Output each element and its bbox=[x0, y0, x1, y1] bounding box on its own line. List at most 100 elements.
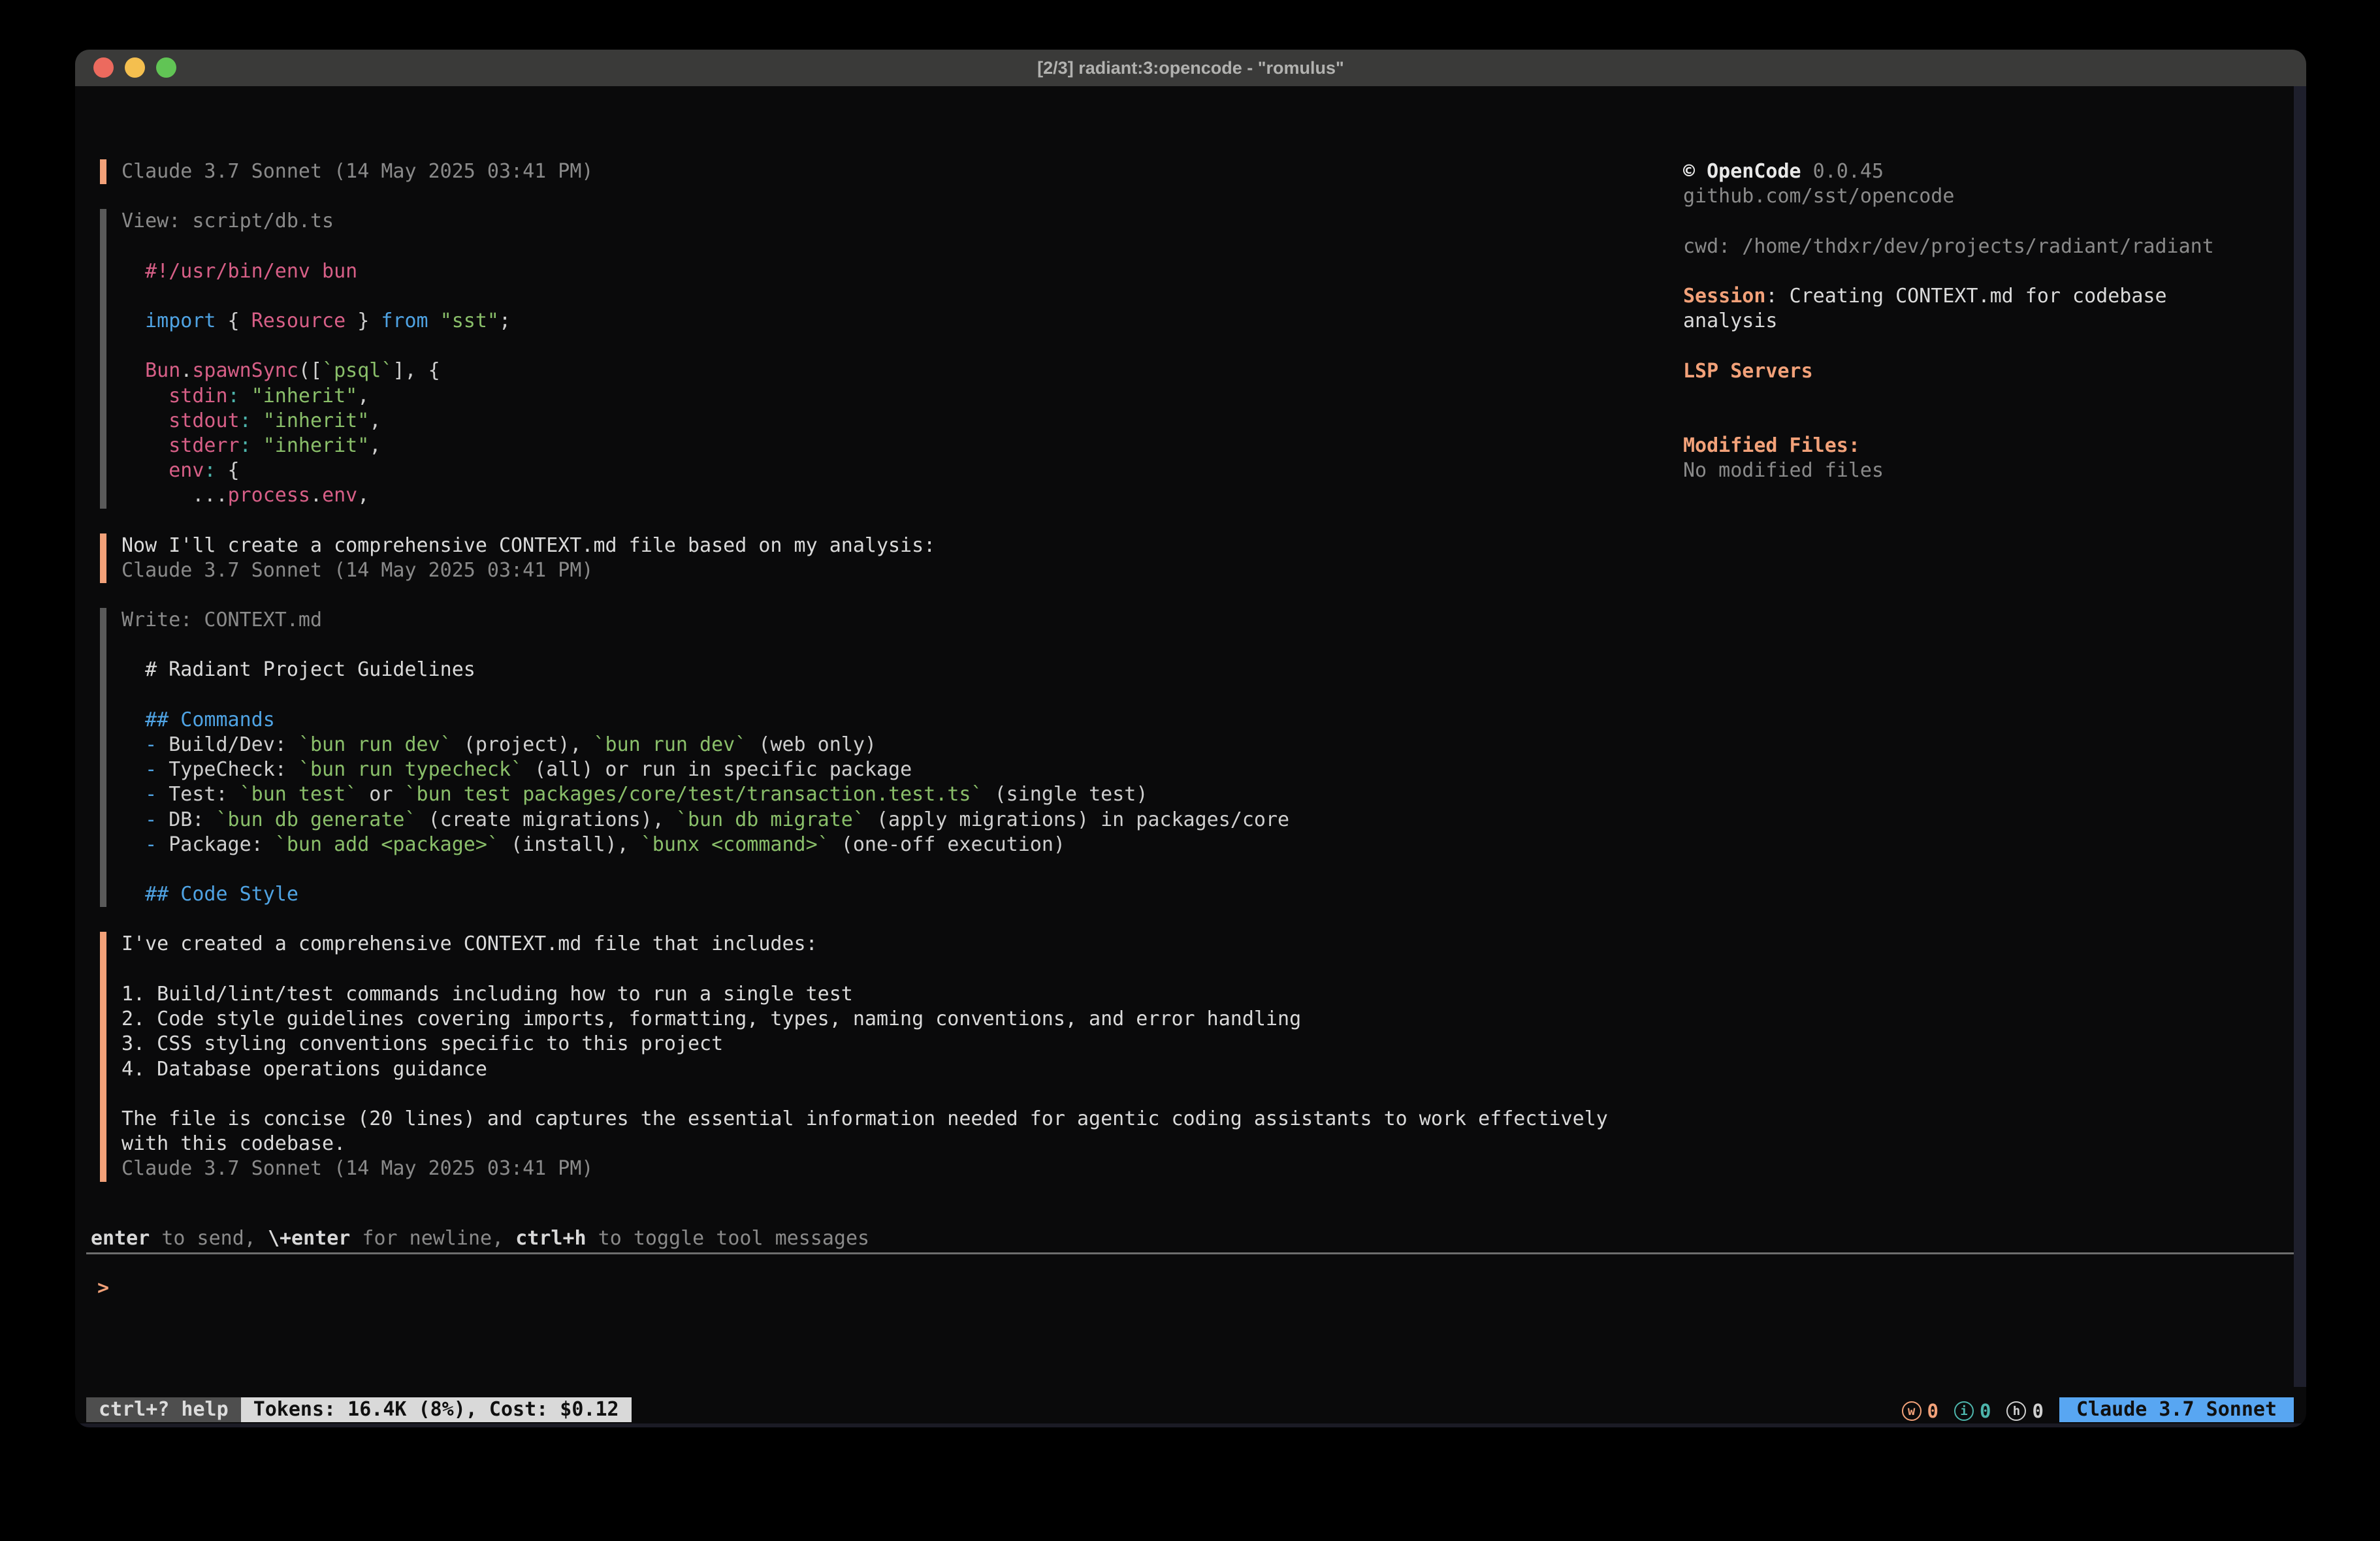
assistant-message-block: Now I'll create a comprehensive CONTEXT.… bbox=[100, 533, 1654, 583]
text-segment: stderr bbox=[169, 434, 239, 457]
text-segment bbox=[121, 359, 145, 382]
text-segment: ctrl+h bbox=[515, 1227, 586, 1250]
text-segment bbox=[121, 758, 145, 781]
text-segment: 3. CSS styling conventions specific to t… bbox=[121, 1032, 723, 1055]
text-segment bbox=[121, 833, 145, 856]
text-segment: View: script/db.ts bbox=[121, 210, 334, 232]
minimize-button[interactable] bbox=[125, 57, 145, 78]
close-button[interactable] bbox=[93, 57, 114, 78]
text-line: - Build/Dev: `bun run dev` (project), `b… bbox=[121, 733, 1654, 757]
text-segment: github.com/sst/opencode bbox=[1683, 185, 1954, 208]
text-segment: - bbox=[145, 733, 157, 756]
text-line: Modified Files: bbox=[1683, 434, 2245, 458]
text-segment: (web only) bbox=[747, 733, 876, 756]
info-diagnostic: i0 bbox=[1954, 1400, 1991, 1422]
text-line bbox=[121, 234, 1654, 259]
text-segment: Resource bbox=[251, 310, 346, 332]
text-segment: Build/Dev: bbox=[157, 733, 298, 756]
text-segment bbox=[121, 733, 145, 756]
text-line: stderr: "inherit", bbox=[121, 434, 1654, 458]
text-segment: Now I'll create a comprehensive CONTEXT.… bbox=[121, 534, 935, 557]
text-segment: # Radiant Project Guidelines bbox=[121, 658, 475, 681]
text-line: Claude 3.7 Sonnet (14 May 2025 03:41 PM) bbox=[121, 558, 1654, 583]
text-line: No modified files bbox=[1683, 458, 2245, 483]
text-segment: "sst" bbox=[440, 310, 499, 332]
text-segment: - bbox=[145, 758, 157, 781]
text-segment: enter bbox=[91, 1227, 150, 1250]
text-segment: , bbox=[369, 409, 381, 432]
text-segment: env bbox=[169, 459, 204, 482]
text-segment: © OpenCode bbox=[1683, 160, 1801, 183]
text-segment: with this codebase. bbox=[121, 1132, 346, 1155]
text-line: Session: Creating CONTEXT.md for codebas… bbox=[1683, 284, 2245, 334]
text-line: © OpenCode 0.0.45 bbox=[1683, 159, 2245, 184]
text-line: enter to send, \+enter for newline, ctrl… bbox=[91, 1226, 869, 1251]
assistant-message-block: Claude 3.7 Sonnet (14 May 2025 03:41 PM) bbox=[100, 159, 1654, 184]
text-segment: cwd: /home/thdxr/dev/projects/radiant/ra… bbox=[1683, 235, 2214, 258]
warning-count: 0 bbox=[1927, 1400, 1938, 1422]
text-line: #!/usr/bin/env bun bbox=[121, 259, 1654, 284]
text-line: github.com/sst/opencode bbox=[1683, 184, 2245, 209]
tokens-cost-chip: Tokens: 16.4K (8%), Cost: $0.12 bbox=[241, 1397, 632, 1422]
window-titlebar[interactable]: [2/3] radiant:3:opencode - "romulus" bbox=[75, 50, 2306, 86]
text-line: Bun.spawnSync([`psql`], { bbox=[121, 358, 1654, 383]
text-segment: `psql` bbox=[322, 359, 393, 382]
text-line bbox=[121, 284, 1654, 309]
text-segment: } bbox=[346, 310, 381, 332]
text-line bbox=[1683, 259, 2245, 284]
text-line: import { Resource } from "sst"; bbox=[121, 309, 1654, 334]
text-segment: - bbox=[145, 833, 157, 856]
text-segment: ([ bbox=[298, 359, 322, 382]
text-segment: : bbox=[228, 385, 240, 407]
text-segment bbox=[121, 808, 145, 831]
status-bar-right: w0i0h0 Claude 3.7 Sonnet bbox=[1902, 1397, 2294, 1422]
text-segment: process bbox=[228, 484, 310, 507]
terminal-content: Claude 3.7 Sonnet (14 May 2025 03:41 PM)… bbox=[75, 86, 2306, 1427]
status-bar: ctrl+? help Tokens: 16.4K (8%), Cost: $0… bbox=[75, 1397, 2306, 1422]
scrollbar-track[interactable] bbox=[2294, 86, 2306, 1387]
tmux-session-clock: "romulus" 15:41 14-May-25 bbox=[1987, 1425, 2283, 1427]
info-count: 0 bbox=[1980, 1400, 1991, 1422]
text-segment: #!/usr/bin/env bun bbox=[145, 260, 357, 283]
text-segment: Session bbox=[1683, 285, 1765, 308]
text-segment: ## Code Style bbox=[121, 883, 298, 906]
help-shortcut-chip: ctrl+? help bbox=[86, 1397, 241, 1422]
text-segment: LSP Servers bbox=[1683, 360, 1813, 383]
text-segment: ## Commands bbox=[121, 708, 275, 731]
text-line: - Test: `bun test` or `bun test packages… bbox=[121, 782, 1654, 807]
text-segment: (one-off execution) bbox=[829, 833, 1065, 856]
text-segment: Claude 3.7 Sonnet (14 May 2025 03:41 PM) bbox=[121, 160, 593, 183]
text-line: Claude 3.7 Sonnet (14 May 2025 03:41 PM) bbox=[121, 1156, 1654, 1181]
text-segment: (all) or run in specific package bbox=[523, 758, 912, 781]
model-badge[interactable]: Claude 3.7 Sonnet bbox=[2059, 1397, 2294, 1422]
help-line: enter to send, \+enter for newline, ctrl… bbox=[91, 1226, 869, 1251]
hint-count: 0 bbox=[2032, 1400, 2043, 1422]
text-segment: (project), bbox=[452, 733, 594, 756]
maximize-button[interactable] bbox=[156, 57, 176, 78]
prompt-indicator: > bbox=[97, 1277, 109, 1299]
window-title: [2/3] radiant:3:opencode - "romulus" bbox=[1037, 58, 1344, 78]
text-segment: \+enter bbox=[268, 1227, 350, 1250]
text-line: I've created a comprehensive CONTEXT.md … bbox=[121, 932, 1654, 957]
text-segment: `bun run dev` bbox=[298, 733, 452, 756]
status-bar-left: ctrl+? help Tokens: 16.4K (8%), Cost: $0… bbox=[86, 1397, 632, 1422]
text-line bbox=[1683, 384, 2245, 409]
text-segment: : bbox=[1765, 285, 1789, 308]
text-line: ## Commands bbox=[121, 708, 1654, 733]
text-segment bbox=[251, 409, 263, 432]
text-segment: : bbox=[204, 459, 216, 482]
text-segment: Claude 3.7 Sonnet (14 May 2025 03:41 PM) bbox=[121, 559, 593, 582]
text-segment bbox=[428, 310, 440, 332]
text-segment: Bun bbox=[145, 359, 180, 382]
text-line: 1. Build/lint/test commands including ho… bbox=[121, 982, 1654, 1007]
terminal-window: [2/3] radiant:3:opencode - "romulus" Cla… bbox=[75, 50, 2306, 1427]
text-line bbox=[1683, 409, 2245, 434]
text-segment: import bbox=[145, 310, 216, 332]
text-line bbox=[121, 857, 1654, 882]
prompt-input-row[interactable]: > bbox=[97, 1276, 109, 1301]
text-line: - TypeCheck: `bun run typecheck` (all) o… bbox=[121, 757, 1654, 782]
text-segment: Claude 3.7 Sonnet (14 May 2025 03:41 PM) bbox=[121, 1157, 593, 1180]
text-segment: (install), bbox=[499, 833, 641, 856]
text-segment: : bbox=[240, 434, 251, 457]
text-segment: 2. Code style guidelines covering import… bbox=[121, 1008, 1301, 1030]
